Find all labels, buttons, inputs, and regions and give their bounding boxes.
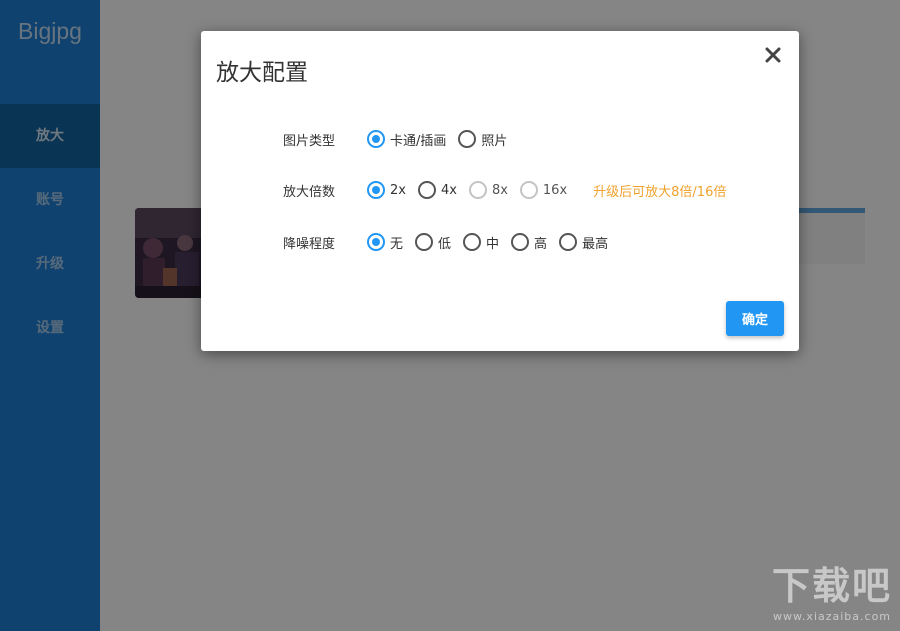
upgrade-note: 升级后可放大8倍/16倍	[593, 184, 727, 200]
config-dialog: 放大配置 图片类型 卡通/插画 照片 放大倍数 2x 4x 8x 16x 升级后…	[201, 31, 799, 351]
noise-none-option[interactable]: 无	[367, 233, 403, 252]
radio-icon	[519, 181, 538, 199]
noise-medium-option[interactable]: 中	[463, 233, 499, 252]
radio-icon[interactable]	[559, 233, 578, 251]
scale-16x-option: 16x	[519, 181, 568, 199]
option-label: 无	[390, 236, 404, 252]
option-label: 高	[534, 236, 548, 252]
watermark-subtext: www.xiazaiba.com	[772, 610, 892, 623]
scale-2x-option[interactable]: 2x	[367, 181, 406, 199]
option-label: 中	[486, 236, 500, 252]
scale-label: 放大倍数	[283, 184, 336, 200]
radio-icon[interactable]	[463, 233, 482, 251]
radio-icon[interactable]	[458, 130, 477, 148]
radio-icon[interactable]	[511, 233, 530, 251]
noise-options: 无 低 中 高 最高	[367, 233, 620, 252]
image-type-photo-option[interactable]: 照片	[458, 130, 507, 149]
radio-icon	[468, 181, 487, 199]
image-type-row: 图片类型 卡通/插画 照片	[283, 128, 519, 150]
radio-icon[interactable]	[367, 130, 385, 148]
option-label: 低	[438, 236, 452, 252]
noise-high-option[interactable]: 高	[511, 233, 547, 252]
noise-low-option[interactable]: 低	[415, 233, 451, 252]
image-type-label: 图片类型	[283, 133, 336, 149]
radio-icon[interactable]	[367, 181, 385, 199]
option-label: 8x	[491, 182, 508, 198]
noise-row: 降噪程度 无 低 中 高 最高	[283, 231, 620, 253]
option-label: 卡通/插画	[390, 133, 447, 149]
radio-icon[interactable]	[415, 233, 434, 251]
image-type-options: 卡通/插画 照片	[367, 130, 519, 149]
option-label: 16x	[542, 182, 568, 198]
scale-row: 放大倍数 2x 4x 8x 16x 升级后可放大8倍/16倍	[283, 179, 726, 201]
dialog-title: 放大配置	[216, 60, 308, 86]
radio-icon[interactable]	[367, 233, 385, 251]
confirm-button[interactable]: 确定	[726, 301, 784, 336]
scale-4x-option[interactable]: 4x	[417, 181, 457, 199]
close-icon[interactable]	[763, 45, 783, 65]
watermark-text: 下载吧	[771, 564, 892, 608]
radio-icon[interactable]	[417, 181, 436, 199]
image-type-cartoon-option[interactable]: 卡通/插画	[367, 130, 446, 149]
option-label: 照片	[481, 133, 508, 149]
scale-8x-option: 8x	[468, 181, 508, 199]
option-label: 4x	[440, 182, 457, 198]
noise-label: 降噪程度	[283, 236, 336, 252]
option-label: 最高	[582, 236, 609, 252]
option-label: 2x	[390, 182, 406, 198]
watermark: 下载吧 www.xiazaiba.com	[772, 555, 892, 623]
scale-options: 2x 4x 8x 16x 升级后可放大8倍/16倍	[367, 181, 726, 200]
noise-highest-option[interactable]: 最高	[559, 233, 608, 252]
